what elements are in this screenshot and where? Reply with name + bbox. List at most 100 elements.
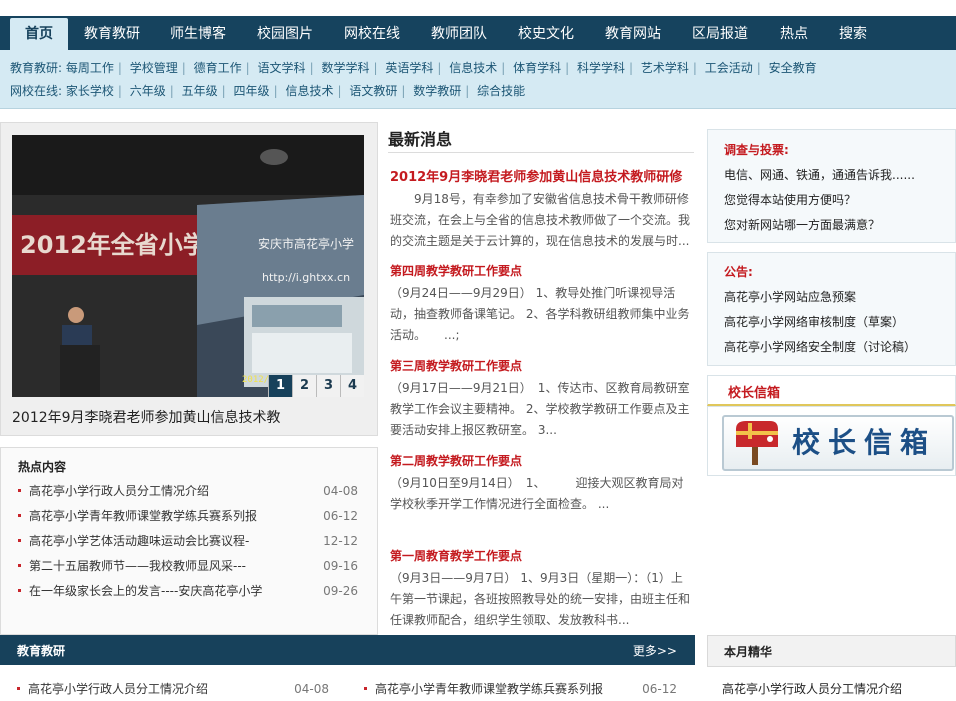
screen-title: 安庆市高花亭小学 <box>258 236 354 251</box>
sub-nav: 教育教研: 每周工作 | 学校管理 | 德育工作 | 语文学科 | 数学学科 | 英语学科… <box>0 50 956 109</box>
subnav-link[interactable]: 工会活动 <box>705 61 753 75</box>
news-item-title[interactable]: 第二周教学教研工作要点 <box>390 454 522 468</box>
subnav-link[interactable]: 科学学科 <box>577 61 625 75</box>
subnav-link[interactable]: 综合技能 <box>477 84 525 98</box>
news-item: 第四周教学教研工作要点 （9月24日——9月29日） 1、教导处推门听课视导活动… <box>390 262 694 346</box>
list-item[interactable]: 高花亭小学行政人员分工情况介绍 04-08 <box>17 680 329 698</box>
notice-box: 公告: 高花亭小学网站应急预案 高花亭小学网络审核制度（草案） 高花亭小学网络安… <box>707 252 956 366</box>
principal-mailbox-button[interactable]: 校长信箱 <box>722 415 954 471</box>
survey-item[interactable]: 电信、网通、铁通，通通告诉我...... <box>724 166 915 183</box>
slideshow: 2012年全省小学 安庆市高花亭小学 http://i.ghtxx.cn 201… <box>0 122 378 436</box>
news-item-title[interactable]: 第四周教学教研工作要点 <box>390 264 522 278</box>
nav-school-history[interactable]: 校史文化 <box>506 16 586 50</box>
subnav-link[interactable]: 安全教育 <box>769 61 817 75</box>
subnav-link[interactable]: 英语学科 <box>385 61 433 75</box>
subnav-link[interactable]: 学校管理 <box>130 61 178 75</box>
survey-item[interactable]: 您对新网站哪一方面最满意？ <box>724 216 880 233</box>
nav-campus-photos[interactable]: 校园图片 <box>245 16 325 50</box>
survey-item[interactable]: 您觉得本站使用方便吗？ <box>724 191 856 208</box>
banner-text: 2012年全省小学 <box>20 231 207 259</box>
list-item-date: 04-08 <box>323 484 358 498</box>
news-item: 第二周教学教研工作要点 （9月10日至9月14日） 1、 迎接大观区教育局对学校… <box>390 452 694 515</box>
list-item-date: 09-26 <box>323 584 358 598</box>
news-item-title[interactable]: 第三周教学教研工作要点 <box>390 359 522 373</box>
subnav-row-label: 教育教研: <box>10 61 63 75</box>
subnav-link[interactable]: 信息技术 <box>449 61 497 75</box>
list-item-title[interactable]: 高花亭小学青年教师课堂教学练兵赛系列报 <box>375 682 603 696</box>
list-item[interactable]: 在一年级家长会上的发言----安庆高花亭小学 09-26 <box>18 582 358 600</box>
mailbox-icon <box>736 421 778 465</box>
principal-mailbox: 校长信箱 <box>707 406 956 476</box>
subnav-link[interactable]: 德育工作 <box>194 61 242 75</box>
subnav-link[interactable]: 家长学校 <box>66 84 114 98</box>
slideshow-caption[interactable]: 2012年9月李晓君老师参加黄山信息技术教 <box>12 407 281 427</box>
subnav-row-online: 网校在线: 家长学校 | 六年级 | 五年级 | 四年级 | 信息技术 | 语文教研 | 数… <box>10 84 526 98</box>
nav-teaching-research[interactable]: 教育教研 <box>72 16 152 50</box>
principal-mailbox-header: 校长信箱 <box>707 375 956 406</box>
subnav-link[interactable]: 每周工作 <box>66 61 114 75</box>
list-item-title[interactable]: 在一年级家长会上的发言----安庆高花亭小学 <box>29 584 262 598</box>
list-item-date: 12-12 <box>323 534 358 548</box>
nav-home[interactable]: 首页 <box>10 18 68 52</box>
subnav-link[interactable]: 语文教研 <box>349 84 397 98</box>
news-item: 第三周教学教研工作要点 （9月17日——9月21日） 1、传达市、区教育局教研室… <box>390 357 694 441</box>
news-item-summary: （9月24日——9月29日） 1、教导处推门听课视导活动，抽查教师备课笔记。 2… <box>390 286 690 342</box>
news-item: 2012年9月李晓君老师参加黄山信息技术教师研修 9月18号，有幸参加了安徽省信… <box>390 166 694 252</box>
slide-page-2[interactable]: 2 <box>292 375 316 397</box>
subnav-link[interactable]: 四年级 <box>234 84 270 98</box>
notice-title: 公告: <box>724 265 753 279</box>
subnav-link[interactable]: 信息技术 <box>285 84 333 98</box>
conference-photo: 2012年全省小学 安庆市高花亭小学 http://i.ghtxx.cn 201… <box>12 135 364 397</box>
slide-page-1[interactable]: 1 <box>268 375 292 397</box>
list-item[interactable]: 高花亭小学青年教师课堂教学练兵赛系列报 06-12 <box>18 507 358 525</box>
list-item-title[interactable]: 高花亭小学行政人员分工情况介绍 <box>28 682 208 696</box>
principal-mailbox-title: 校长信箱 <box>728 386 781 401</box>
notice-item[interactable]: 高花亭小学网络安全制度（讨论稿） <box>724 338 916 355</box>
hot-content: 热点内容 高花亭小学行政人员分工情况介绍 04-08 高花亭小学青年教师课堂教学练… <box>0 447 378 635</box>
news-item-summary: 9月18号，有幸参加了安徽省信息技术骨干教师研修班交流，在会上与全省的信息技术教… <box>390 192 691 248</box>
news-item-summary: （9月10日至9月14日） 1、 迎接大观区教育局对学校秋季开学工作情况进行全面… <box>390 476 684 511</box>
subnav-link[interactable]: 数学教研 <box>413 84 461 98</box>
nav-hot[interactable]: 热点 <box>767 16 821 50</box>
list-item[interactable]: 高花亭小学艺体活动趣味运动会比赛议程- 12-12 <box>18 532 358 550</box>
news-item-title[interactable]: 2012年9月李晓君老师参加黄山信息技术教师研修 <box>390 170 682 185</box>
nav-search[interactable]: 搜索 <box>826 16 880 50</box>
slide-page-3[interactable]: 3 <box>316 375 340 397</box>
list-item[interactable]: 第二十五届教师节——我校教师显风采--- 09-16 <box>18 557 358 575</box>
nav-edu-sites[interactable]: 教育网站 <box>593 16 673 50</box>
nav-blogs[interactable]: 师生博客 <box>158 16 238 50</box>
slideshow-photo[interactable]: 2012年全省小学 安庆市高花亭小学 http://i.ghtxx.cn 201… <box>12 135 364 397</box>
subnav-link[interactable]: 艺术学科 <box>641 61 689 75</box>
news-item-summary: （9月17日——9月21日） 1、传达市、区教育局教研室教学工作会议主要精神。 … <box>390 381 690 437</box>
slideshow-pager: 1 2 3 4 <box>268 375 364 397</box>
list-item-title[interactable]: 高花亭小学青年教师课堂教学练兵赛系列报 <box>29 509 257 523</box>
main-nav: 首页 教育教研 师生博客 校园图片 网校在线 教师团队 校史文化 教育网站 区局… <box>0 16 956 52</box>
subnav-link[interactable]: 数学学科 <box>321 61 369 75</box>
subnav-link[interactable]: 语文学科 <box>258 61 306 75</box>
news-item-title[interactable]: 第一周教育教学工作要点 <box>390 549 522 563</box>
edu-section-title: 教育教研 <box>17 644 66 658</box>
notice-item[interactable]: 高花亭小学网络审核制度（草案） <box>724 313 904 330</box>
news-item-summary: （9月3日——9月7日） 1、9月3日（星期一）：（1）上午第一节课起，各班按照… <box>390 571 691 627</box>
subnav-link[interactable]: 体育学科 <box>513 61 561 75</box>
slide-page-4[interactable]: 4 <box>340 375 364 397</box>
list-item-date: 06-12 <box>323 509 358 523</box>
list-item-title[interactable]: 高花亭小学艺体活动趣味运动会比赛议程- <box>29 534 249 548</box>
nav-online-school[interactable]: 网校在线 <box>332 16 412 50</box>
month-highlights-header: 本月精华 <box>707 635 956 667</box>
month-highlights-title: 本月精华 <box>724 645 773 659</box>
list-item-title[interactable]: 高花亭小学行政人员分工情况介绍 <box>29 484 209 498</box>
edu-section-header: 教育教研 更多>> <box>0 635 695 665</box>
subnav-link[interactable]: 五年级 <box>182 84 218 98</box>
nav-district-reports[interactable]: 区局报道 <box>680 16 760 50</box>
more-link[interactable]: 更多>> <box>633 642 677 659</box>
subnav-link[interactable]: 六年级 <box>130 84 166 98</box>
list-item[interactable]: 高花亭小学行政人员分工情况介绍 04-08 <box>18 482 358 500</box>
month-highlights-item[interactable]: 高花亭小学行政人员分工情况介绍 <box>722 680 902 697</box>
list-item[interactable]: 高花亭小学青年教师课堂教学练兵赛系列报 06-12 <box>364 680 677 698</box>
list-item-title[interactable]: 第二十五届教师节——我校教师显风采--- <box>29 559 246 573</box>
notice-item[interactable]: 高花亭小学网站应急预案 <box>724 288 856 305</box>
nav-teachers[interactable]: 教师团队 <box>419 16 499 50</box>
list-item-date: 09-16 <box>323 559 358 573</box>
news-item: 第一周教育教学工作要点 （9月3日——9月7日） 1、9月3日（星期一）：（1）… <box>390 547 694 631</box>
